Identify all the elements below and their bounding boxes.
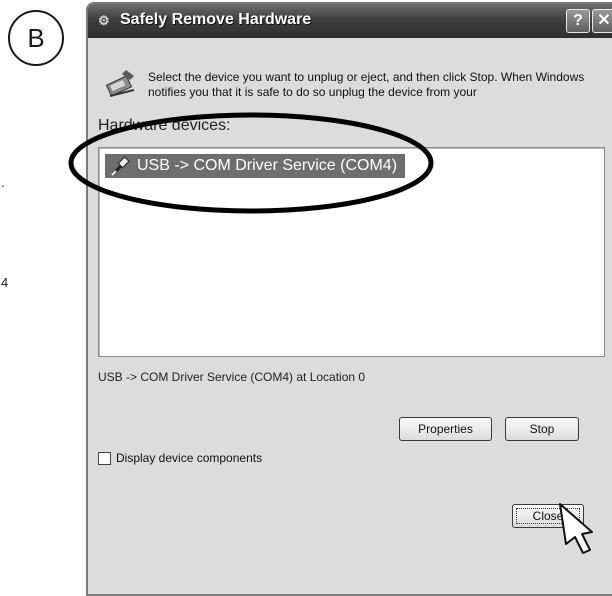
stop-button[interactable]: Stop (505, 417, 579, 441)
usb-plug-icon (111, 156, 130, 176)
safely-remove-hardware-icon (105, 70, 135, 97)
hardware-devices-label: Hardware devices: (98, 117, 231, 134)
device-list-item[interactable]: USB -> COM Driver Service (COM4) (105, 154, 406, 178)
properties-button[interactable]: Properties (399, 417, 492, 441)
margin-mark-dot: . (1, 175, 5, 190)
hardware-device-list[interactable]: USB -> COM Driver Service (COM4) (98, 147, 605, 357)
help-button[interactable]: ? (566, 9, 590, 33)
margin-mark-four: 4 (1, 275, 9, 290)
title-bar[interactable]: ⚙ Safely Remove Hardware ? ✕ (88, 4, 612, 38)
safely-remove-hardware-dialog: ⚙ Safely Remove Hardware ? ✕ Select the … (86, 2, 612, 596)
instructions-text: Select the device you want to unplug or … (148, 70, 585, 99)
display-device-components-option[interactable]: Display device components (98, 451, 262, 465)
window-close-button[interactable]: ✕ (592, 9, 612, 33)
display-device-components-label: Display device components (116, 451, 263, 465)
hardware-tray-icon: ⚙ (98, 13, 110, 28)
device-label: USB -> COM Driver Service (COM4) (137, 157, 398, 174)
device-location-status: USB -> COM Driver Service (COM4) at Loca… (98, 370, 366, 384)
hand-pointer-cursor-icon (559, 503, 593, 554)
step-label-circle: B (8, 10, 64, 66)
window-title: Safely Remove Hardware (120, 11, 312, 28)
display-device-components-checkbox[interactable] (98, 451, 111, 465)
